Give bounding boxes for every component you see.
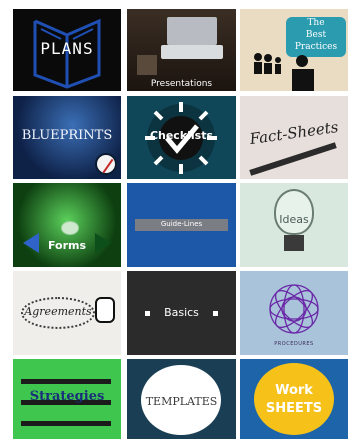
- tile-templates[interactable]: TEMPLATES: [127, 359, 236, 439]
- tile-label: Guide-Lines: [160, 220, 203, 228]
- tile-worksheets[interactable]: Work SHEETS: [240, 359, 348, 439]
- tile-label: Strategies: [29, 389, 105, 404]
- tile-best-practices[interactable]: The Best Practices: [240, 9, 348, 91]
- lightbulb-icon: [274, 189, 314, 235]
- tile-label-line1: Work: [275, 383, 313, 398]
- yellow-circle: [254, 363, 334, 435]
- water-drop-icon: [61, 221, 79, 235]
- tile-plans[interactable]: PLANS: [13, 9, 121, 91]
- tile-blueprints[interactable]: BLUEPRINTS: [13, 96, 121, 179]
- compass-icon: [95, 153, 117, 175]
- lightbulb-base: [284, 235, 304, 251]
- tile-strategies[interactable]: Strategies: [13, 359, 121, 439]
- tile-label-line2: SHEETS: [265, 401, 323, 416]
- tile-label: Agreements: [24, 305, 92, 318]
- tile-label: BLUEPRINTS: [21, 128, 113, 143]
- tile-guide-lines[interactable]: Guide-Lines: [127, 183, 236, 267]
- pencil-top: [21, 379, 111, 384]
- tile-checklists[interactable]: Checklists: [127, 96, 236, 179]
- thumbs-up-icon: [95, 297, 115, 323]
- tile-label: Basics: [164, 306, 199, 319]
- tile-presentations[interactable]: Presentations: [127, 9, 236, 91]
- tile-fact-sheets[interactable]: Fact-Sheets: [240, 96, 348, 179]
- tile-forms[interactable]: Forms: [13, 183, 121, 267]
- people-icon: [254, 53, 314, 91]
- tile-label: Checklists: [149, 129, 214, 142]
- tile-agreements[interactable]: Agreements: [13, 271, 121, 355]
- tile-label: PROCEDURES: [274, 341, 314, 347]
- tile-label: TEMPLATES: [145, 395, 218, 408]
- tile-procedures[interactable]: PROCEDURES: [240, 271, 348, 355]
- pencil-image: [249, 142, 337, 176]
- tile-ideas[interactable]: Ideas: [240, 183, 348, 267]
- pencil-bottom: [21, 421, 111, 426]
- tile-label: Ideas: [279, 213, 309, 226]
- tile-label: Forms: [47, 239, 87, 252]
- tile-basics[interactable]: Basics: [127, 271, 236, 355]
- tile-label: PLANS: [40, 39, 94, 58]
- tile-label: Presentations: [150, 79, 213, 89]
